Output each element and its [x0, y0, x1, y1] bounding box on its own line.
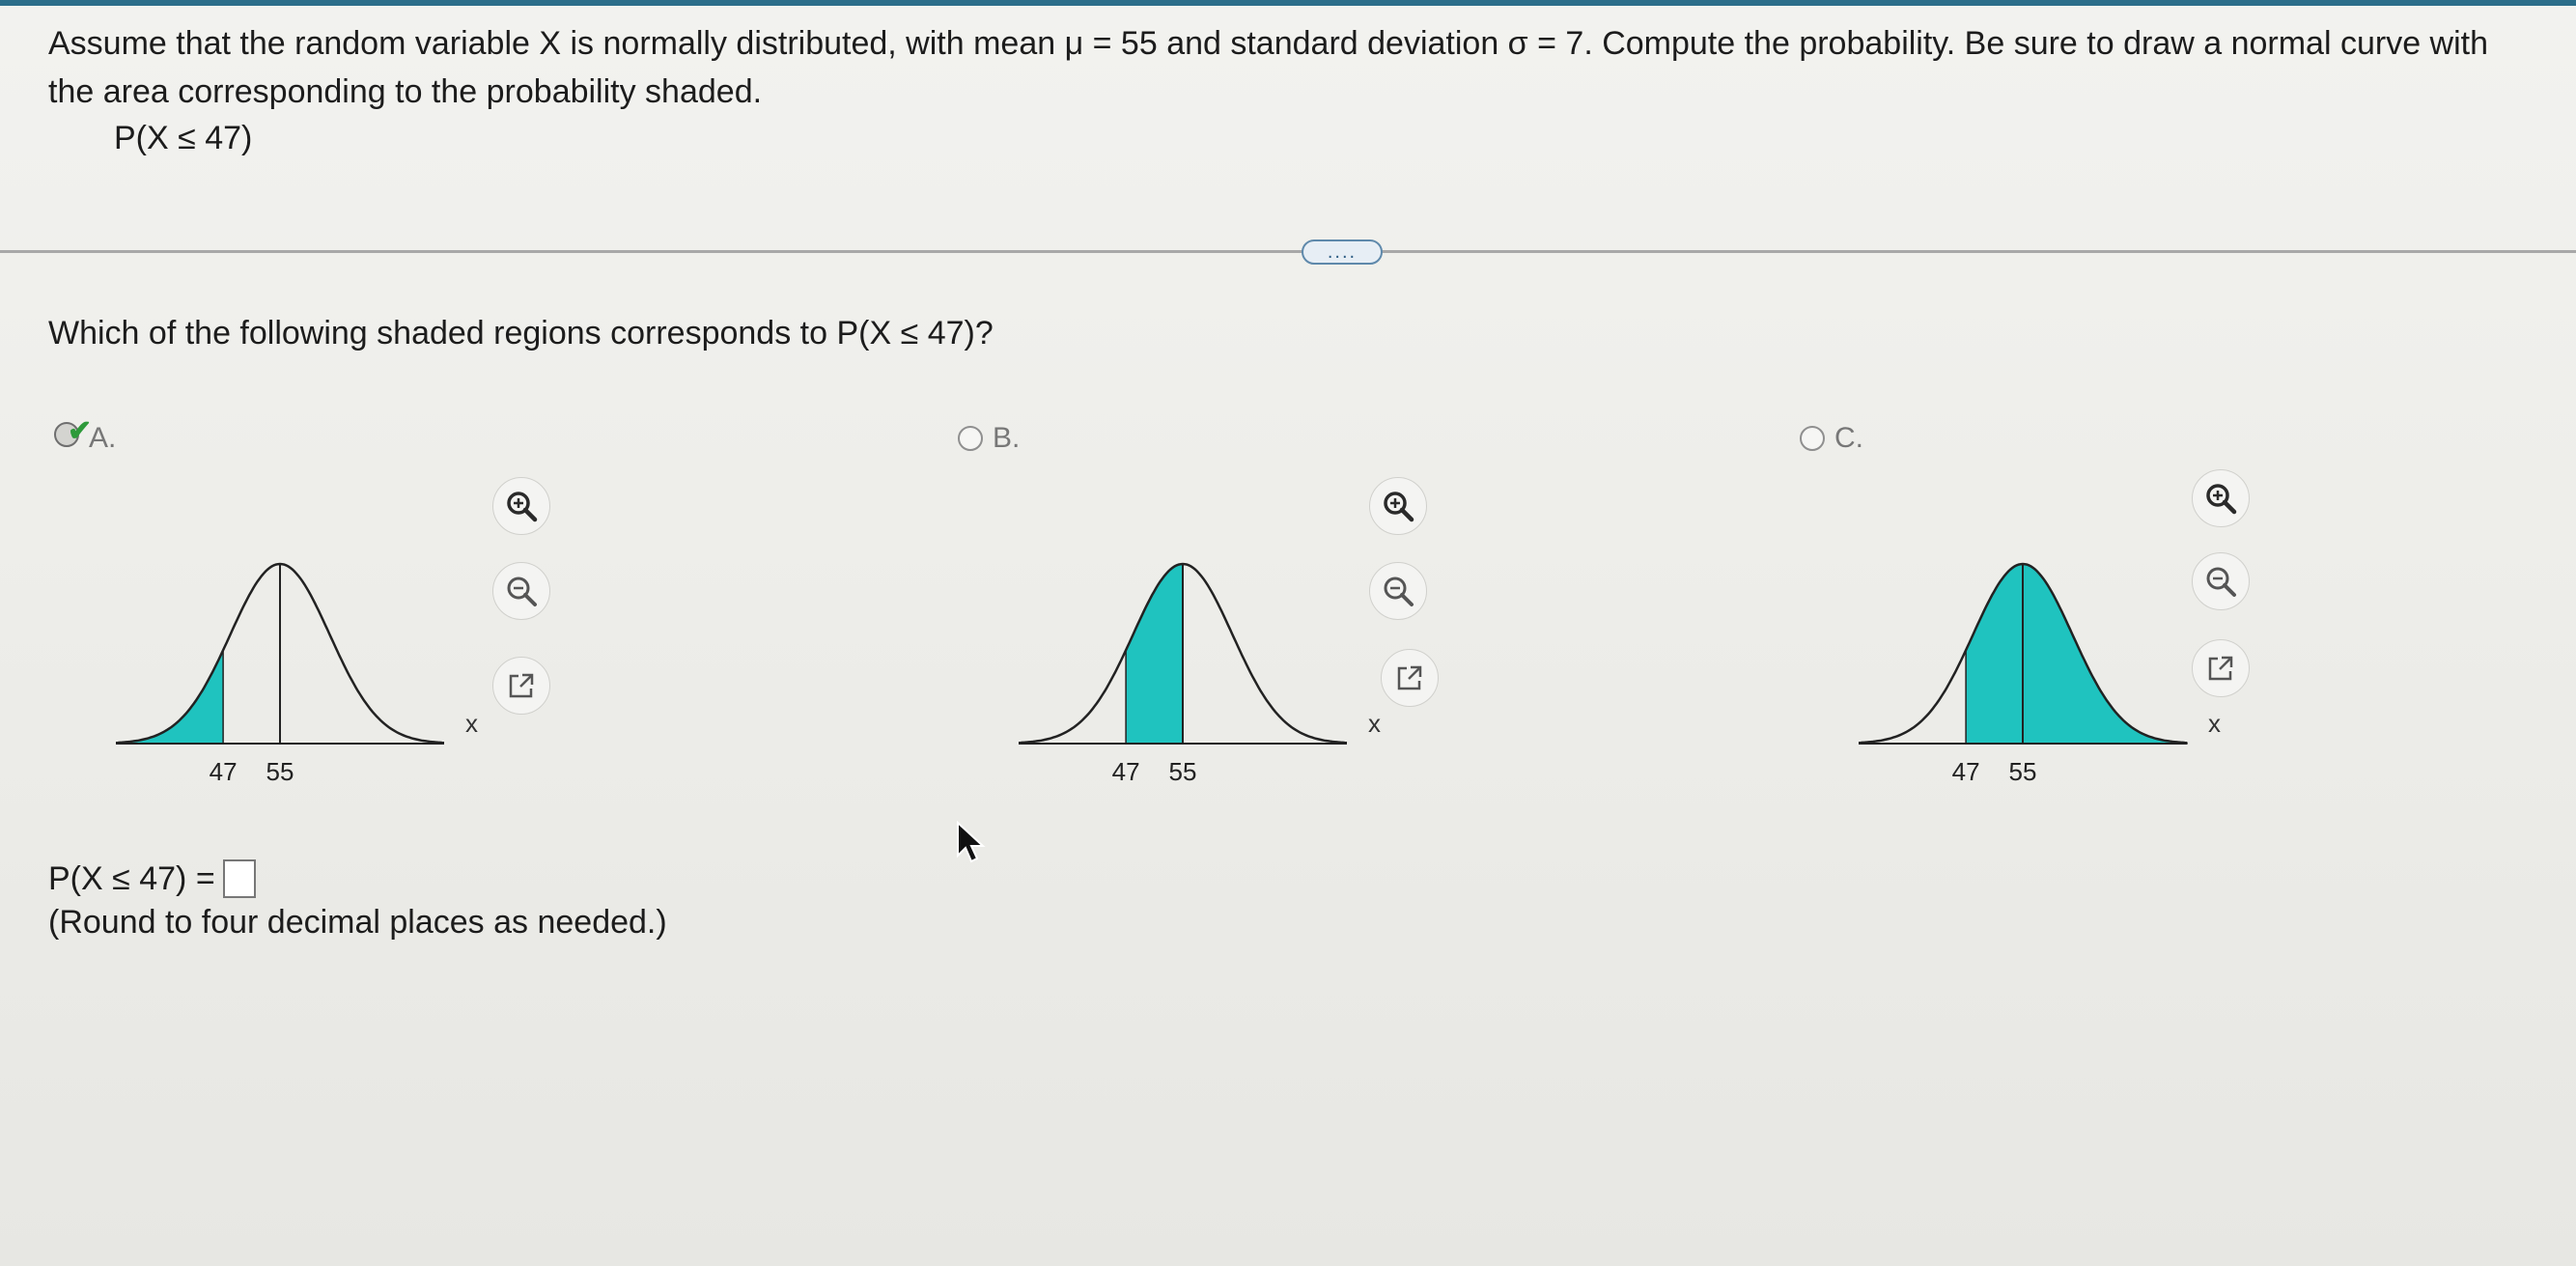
check-icon: ✔ [68, 415, 93, 447]
answer-input[interactable] [222, 859, 256, 898]
graph-a-tick-47: 47 [210, 757, 238, 786]
rounding-note: (Round to four decimal places as needed.… [48, 904, 667, 941]
answer-line: P(X ≤ 47) = [48, 859, 256, 898]
graph-b: 47 55 x [1019, 562, 1381, 786]
zoom-out-icon [507, 577, 537, 606]
question-expression: P(X ≤ 47) [114, 120, 253, 156]
option-a-zoom-in-button[interactable] [492, 477, 550, 535]
option-a-open-window-button[interactable] [492, 657, 550, 715]
sub-question: Which of the following shaded regions co… [48, 315, 994, 352]
option-c-zoom-in-button[interactable] [2192, 469, 2250, 527]
option-b-zoom-out-button[interactable] [1369, 562, 1427, 620]
mouse-cursor-icon [957, 821, 986, 863]
question-text: Assume that the random variable X is nor… [48, 25, 2489, 110]
graph-a-axis-label: x [465, 709, 478, 738]
option-b-open-window-button[interactable] [1381, 649, 1439, 707]
graph-a-tick-55: 55 [266, 757, 294, 786]
zoom-in-icon [2206, 484, 2237, 515]
top-accent-bar [0, 0, 2576, 6]
answer-prompt: P(X ≤ 47) = [48, 859, 215, 897]
option-a-radio-wrap: ✔ [54, 415, 92, 455]
option-c-zoom-out-button[interactable] [2192, 552, 2250, 610]
graph-b-tick-47: 47 [1112, 757, 1140, 786]
section-divider [0, 250, 2576, 253]
graph-b-tick-55: 55 [1169, 757, 1197, 786]
graph-c-axis-label: x [2208, 709, 2221, 738]
open-new-window-icon [1397, 665, 1422, 690]
option-c[interactable]: C. [1800, 417, 1863, 460]
graph-c: 47 55 x [1859, 562, 2221, 786]
graph-c-tick-47: 47 [1952, 757, 1980, 786]
zoom-in-icon [1384, 492, 1414, 522]
zoom-out-icon [2206, 567, 2236, 597]
option-b[interactable]: B. [958, 417, 1020, 460]
option-c-open-window-button[interactable] [2192, 639, 2250, 697]
option-c-label: C. [1834, 422, 1863, 454]
zoom-in-icon [507, 492, 538, 522]
option-a[interactable]: ✔ A. [54, 415, 117, 460]
zoom-out-icon [1384, 577, 1414, 606]
graph-b-axis-label: x [1368, 709, 1381, 738]
option-a-label: A. [89, 422, 117, 454]
expand-button[interactable]: .... [1302, 239, 1383, 265]
graph-a: 47 55 x [116, 562, 478, 786]
open-new-window-icon [509, 673, 534, 698]
option-b-label: B. [993, 422, 1021, 454]
graph-c-tick-55: 55 [2009, 757, 2037, 786]
graph-c-shaded-region [1965, 563, 2188, 745]
option-c-radio[interactable] [1800, 426, 1825, 451]
option-b-zoom-in-button[interactable] [1369, 477, 1427, 535]
option-a-zoom-out-button[interactable] [492, 562, 550, 620]
open-new-window-icon [2208, 656, 2233, 681]
option-b-radio[interactable] [958, 426, 983, 451]
